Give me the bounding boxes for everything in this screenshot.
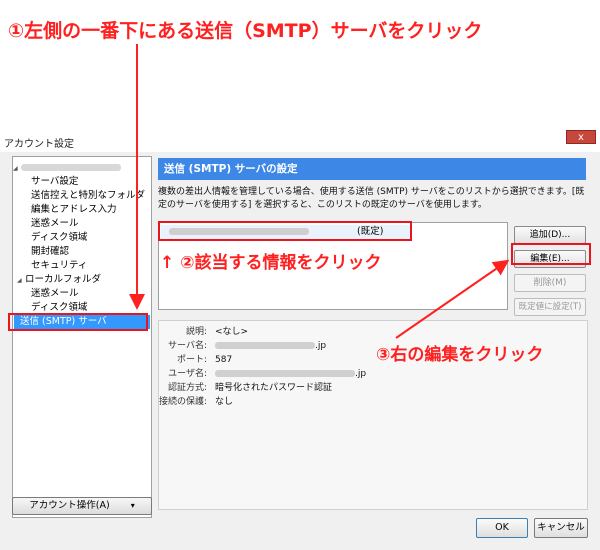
detail-value: 587	[215, 355, 233, 365]
expand-triangle-icon[interactable]: ◢	[13, 162, 21, 176]
redacted-username	[215, 370, 355, 377]
close-button[interactable]: x	[566, 130, 596, 144]
tree-item-local-folders[interactable]: ◢ ローカルフォルダ	[17, 273, 101, 287]
tree-item-composition[interactable]: 編集とアドレス入力	[31, 203, 117, 217]
tree-item-copies-folders[interactable]: 送信控えと特別なフォルダ	[31, 189, 145, 203]
panel-header: 送信 (SMTP) サーバの設定	[158, 158, 586, 180]
tree-item-server-settings[interactable]: サーバ設定	[31, 175, 78, 189]
detail-label: 認証方式:	[167, 383, 207, 393]
account-tree[interactable]: ◢ サーバ設定 送信控えと特別なフォルダ 編集とアドレス入力 迷惑メール ディス…	[12, 156, 152, 518]
cancel-button[interactable]: キャンセル	[534, 518, 588, 538]
tree-item-junk[interactable]: 迷惑メール	[31, 217, 79, 231]
detail-label: 説明:	[185, 327, 207, 337]
detail-label: ユーザ名:	[168, 369, 207, 379]
detail-value-wrap: .jp	[215, 339, 326, 353]
annotation-step1: ①左側の一番下にある送信（SMTP）サーバをクリック	[8, 20, 483, 42]
ok-button[interactable]: OK	[476, 518, 528, 538]
detail-row-security: 接続の保護: なし	[159, 395, 233, 409]
expand-triangle-icon[interactable]: ◢	[17, 274, 25, 288]
detail-label: 接続の保護:	[159, 397, 208, 407]
redacted-account-name	[21, 164, 121, 171]
detail-row-server-name: サーバ名: .jp	[159, 339, 326, 353]
account-actions-button[interactable]: アカウント操作(A) ▾	[12, 497, 152, 515]
detail-value: なし	[215, 397, 234, 407]
detail-row-auth: 認証方式: 暗号化されたパスワード認証	[159, 381, 332, 395]
detail-label: ポート:	[176, 355, 207, 365]
set-default-button[interactable]: 既定値に設定(T)	[514, 298, 586, 316]
detail-row-description: 説明: <なし>	[159, 325, 248, 339]
detail-row-username: ユーザ名: .jp	[159, 367, 366, 381]
annotation-step2: ↑ ②該当する情報をクリック	[160, 253, 382, 273]
detail-label: サーバ名:	[168, 341, 207, 351]
detail-value: <なし>	[215, 327, 249, 337]
account-actions-label: アカウント操作(A)	[29, 500, 110, 511]
dropdown-arrow-icon: ▾	[130, 501, 135, 510]
local-folders-label: ローカルフォルダ	[25, 274, 102, 285]
delete-button[interactable]: 削除(M)	[514, 274, 586, 292]
smtp-settings-panel: 送信 (SMTP) サーバの設定 複数の差出人情報を管理している場合、使用する送…	[156, 156, 588, 518]
tree-item-local-junk[interactable]: 迷惑メール	[31, 287, 79, 301]
tree-account-root[interactable]: ◢	[13, 161, 121, 175]
detail-value: .jp	[315, 341, 327, 351]
detail-value-wrap: .jp	[215, 367, 366, 381]
highlight-edit-button	[511, 243, 591, 265]
tree-item-receipts[interactable]: 開封確認	[31, 245, 69, 259]
tree-item-disk-space[interactable]: ディスク領域	[31, 231, 87, 245]
detail-value: 暗号化されたパスワード認証	[215, 383, 333, 393]
redacted-server-name	[215, 342, 315, 349]
detail-row-port: ポート: 587	[159, 353, 232, 367]
tree-item-security[interactable]: セキュリティ	[31, 259, 87, 273]
highlight-smtp-tree-item	[8, 313, 148, 331]
highlight-server-list-item	[158, 221, 412, 241]
window-title: アカウント設定	[4, 139, 74, 150]
title-bar: アカウント設定 x	[0, 130, 600, 152]
annotation-step3: ③右の編集をクリック	[376, 345, 544, 365]
panel-description: 複数の差出人情報を管理している場合、使用する送信 (SMTP) サーバをこのリス…	[158, 187, 585, 210]
detail-value: .jp	[355, 369, 367, 379]
add-button[interactable]: 追加(D)...	[514, 226, 586, 244]
